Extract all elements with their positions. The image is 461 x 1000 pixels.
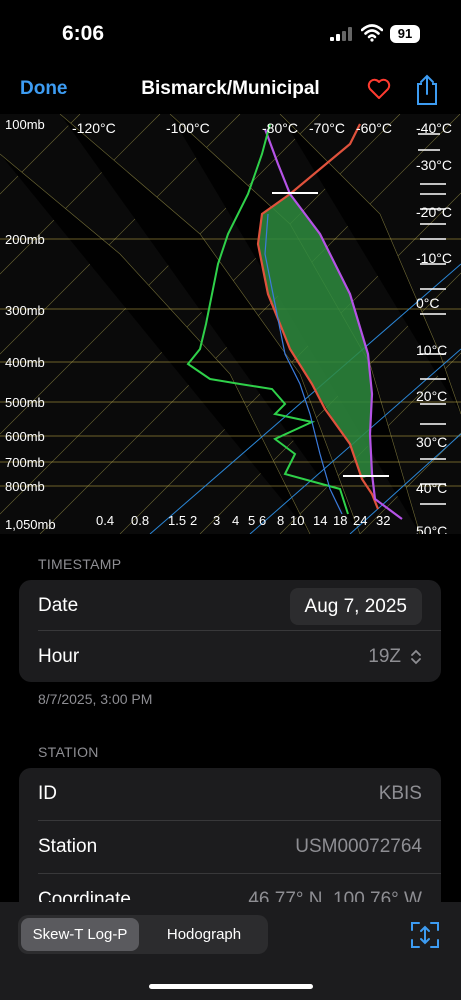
- hour-value[interactable]: 19Z: [368, 646, 401, 668]
- temp-label-right-9: 50°C: [416, 523, 447, 534]
- page-title: Bismarck/Municipal: [141, 78, 320, 99]
- date-row: Date Aug 7, 2025: [19, 580, 441, 631]
- mixing-ratio-label: 1.5: [168, 513, 186, 528]
- temp-label-right-0: -40°C: [416, 120, 452, 136]
- hour-label: Hour: [38, 646, 80, 667]
- chevron-up-down-icon: [411, 649, 421, 665]
- navigation-bar: Done Bismarck/Municipal: [0, 70, 461, 114]
- cellular-signal-icon: [330, 27, 352, 41]
- pressure-label-300: 300mb: [5, 303, 45, 318]
- temp-label-right-7: 30°C: [416, 434, 447, 450]
- temp-label-right-8: 40°C: [416, 480, 447, 496]
- temp-label-right-6: 20°C: [416, 388, 447, 404]
- mixing-ratio-label: 18: [333, 513, 347, 528]
- pressure-label-400: 400mb: [5, 355, 45, 370]
- mixing-ratio-label: 2: [190, 513, 197, 528]
- timestamp-section-header: TIMESTAMP: [38, 556, 122, 572]
- share-icon[interactable]: [414, 74, 440, 106]
- station-id-row: ID KBIS: [19, 768, 441, 821]
- pressure-label-200: 200mb: [5, 232, 45, 247]
- pressure-label-1050: 1,050mb: [5, 517, 56, 532]
- station-name-value: USM00072764: [295, 836, 422, 857]
- temp-label-right-3: -10°C: [416, 250, 452, 266]
- mixing-ratio-label: 4: [232, 513, 239, 528]
- wifi-icon: [361, 24, 383, 42]
- mixing-ratio-label: 14: [313, 513, 327, 528]
- segment-skew-t[interactable]: Skew-T Log-P: [21, 918, 139, 951]
- battery-indicator: 91: [390, 25, 420, 43]
- station-id-label: ID: [38, 783, 57, 804]
- expand-icon[interactable]: [409, 920, 441, 950]
- status-time: 6:06: [62, 22, 105, 45]
- mixing-ratio-label: 3: [213, 513, 220, 528]
- temp-label-top-2: -80°C: [262, 120, 298, 136]
- date-picker-button[interactable]: Aug 7, 2025: [289, 588, 422, 625]
- temp-label-right-5: 10°C: [416, 342, 447, 358]
- skew-t-chart: -120°C -100°C -80°C -70°C -60°C -40°C -3…: [0, 113, 461, 539]
- pressure-label-700: 700mb: [5, 455, 45, 470]
- skew-t-plot: -120°C -100°C -80°C -70°C -60°C -40°C -3…: [0, 113, 461, 539]
- temp-label-right-2: -20°C: [416, 204, 452, 220]
- home-indicator: [149, 984, 313, 989]
- station-name-row: Station USM00072764: [19, 821, 441, 874]
- local-time-caption: 8/7/2025, 3:00 PM: [38, 691, 153, 707]
- pressure-label-800: 800mb: [5, 479, 45, 494]
- temp-label-top-4: -60°C: [356, 120, 392, 136]
- date-label: Date: [38, 595, 79, 616]
- pressure-label-100: 100mb: [5, 117, 45, 132]
- pressure-label-500: 500mb: [5, 395, 45, 410]
- mixing-ratio-label: 5: [248, 513, 255, 528]
- temp-label-top-1: -100°C: [166, 120, 210, 136]
- chart-type-segmented-control: Skew-T Log-P Hodograph: [18, 915, 268, 954]
- coordinate-value: 46.77° N, 100.76° W: [248, 889, 422, 902]
- mixing-ratio-label: 6: [259, 513, 266, 528]
- mixing-ratio-label: 32: [376, 513, 390, 528]
- pressure-label-600: 600mb: [5, 429, 45, 444]
- temp-label-top-3: -70°C: [309, 120, 345, 136]
- mixing-ratio-label: 0.8: [131, 513, 149, 528]
- station-group: ID KBIS Station USM00072764 Coordinate 4…: [19, 768, 441, 902]
- station-section-header: STATION: [38, 744, 99, 760]
- mixing-ratio-label: 24: [353, 513, 367, 528]
- segment-hodograph[interactable]: Hodograph: [144, 918, 264, 951]
- station-coordinate-row: Coordinate 46.77° N, 100.76° W: [19, 874, 441, 902]
- coordinate-label: Coordinate: [38, 889, 131, 902]
- mixing-ratio-label: 8: [277, 513, 284, 528]
- hour-row[interactable]: Hour 19Z: [19, 631, 441, 682]
- favorite-heart-icon[interactable]: [367, 78, 391, 100]
- timestamp-group: Date Aug 7, 2025 Hour 19Z: [19, 580, 441, 682]
- mixing-ratio-label: 10: [290, 513, 304, 528]
- temp-label-top-0: -120°C: [72, 120, 116, 136]
- mixing-ratio-label: 0.4: [96, 513, 114, 528]
- temp-label-right-1: -30°C: [416, 157, 452, 173]
- status-bar: 6:06 91: [0, 0, 461, 70]
- station-name-label: Station: [38, 836, 98, 857]
- station-id-value: KBIS: [378, 783, 422, 804]
- temp-label-right-4: 0°C: [416, 295, 440, 311]
